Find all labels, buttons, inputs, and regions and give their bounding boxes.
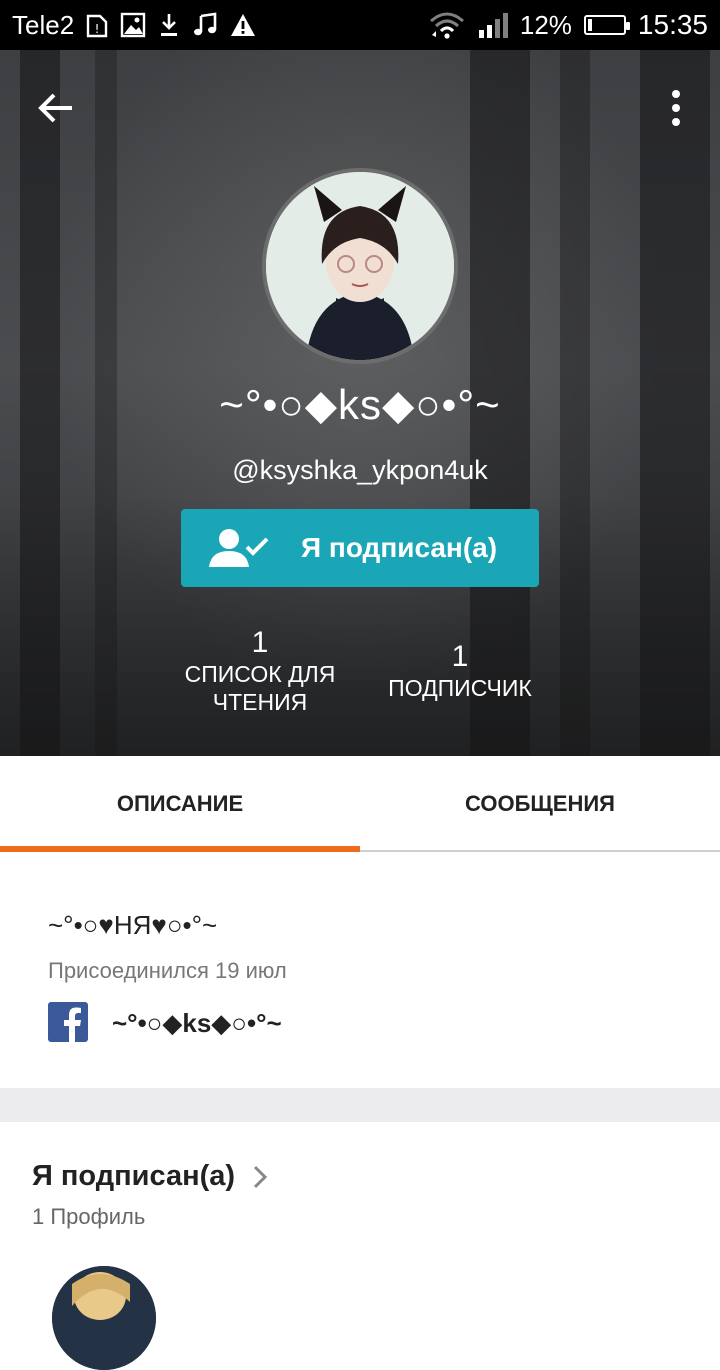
profile-display-name: ~°•○◆ks◆○•°~ xyxy=(219,381,501,428)
followed-profile-avatar[interactable] xyxy=(52,1266,156,1370)
following-count: 1 Профиль xyxy=(32,1204,146,1229)
clock: 15:35 xyxy=(637,9,708,40)
following-title[interactable]: Я подписан(а) xyxy=(32,1160,235,1193)
reading-list-label-line1: СПИСОК ДЛЯ xyxy=(184,661,336,687)
profile-tabs: ОПИСАНИЕ СООБЩЕНИЯ xyxy=(0,756,720,854)
followers-stat[interactable]: 1 ПОДПИСЧИК xyxy=(370,640,550,702)
tab-description[interactable]: ОПИСАНИЕ xyxy=(0,756,360,854)
following-section: Я подписан(а) 1 Профиль xyxy=(0,1122,720,1370)
carrier-name: Tele2 xyxy=(12,9,75,40)
about-status-text: ~°•○♥НЯ♥○•°~ xyxy=(48,910,218,940)
following-button[interactable]: Я подписан(а) xyxy=(181,509,539,587)
section-divider xyxy=(0,1088,720,1122)
reading-list-count: 1 xyxy=(251,626,269,659)
reading-list-label-line2: ЧТЕНИЯ xyxy=(212,689,308,715)
tab-messages-label: СООБЩЕНИЯ xyxy=(465,791,615,816)
back-button[interactable] xyxy=(30,82,82,134)
svg-text:!: ! xyxy=(95,22,100,36)
download-icon xyxy=(158,12,180,38)
tab-description-label: ОПИСАНИЕ xyxy=(116,791,244,816)
profile-avatar[interactable] xyxy=(262,168,458,364)
chevron-right-icon[interactable] xyxy=(252,1164,268,1195)
joined-date: Присоединился 19 июл xyxy=(48,958,287,983)
image-icon xyxy=(120,12,146,38)
followers-label: ПОДПИСЧИК xyxy=(388,675,532,701)
status-bar: Tele2 ! 12% 15:35 xyxy=(0,0,720,50)
facebook-icon[interactable] xyxy=(48,1002,88,1042)
sim-alert-icon: ! xyxy=(86,12,108,38)
facebook-name[interactable]: ~°•○◆ks◆○•°~ xyxy=(112,1008,282,1039)
following-button-label: Я подписан(а) xyxy=(301,532,498,563)
battery-icon xyxy=(583,15,630,35)
arrow-left-icon xyxy=(38,93,72,123)
more-menu-button[interactable] xyxy=(660,82,692,134)
music-icon xyxy=(192,12,218,38)
user-check-icon xyxy=(209,527,271,574)
tab-messages[interactable]: СООБЩЕНИЯ xyxy=(360,756,720,852)
profile-username: @ksyshka_ykpon4uk xyxy=(232,455,488,485)
reading-list-stat[interactable]: 1 СПИСОК ДЛЯ ЧТЕНИЯ xyxy=(170,626,350,716)
followers-count: 1 xyxy=(451,640,469,673)
avatar-illustration xyxy=(266,172,454,360)
profile-header: ~°•○◆ks◆○•°~ @ksyshka_ykpon4uk Я подписа… xyxy=(0,50,720,756)
signal-icon xyxy=(478,12,508,38)
battery-percent: 12% xyxy=(519,9,572,40)
about-section: ~°•○♥НЯ♥○•°~ Присоединился 19 июл ~°•○◆k… xyxy=(0,852,720,1088)
wifi-icon xyxy=(428,11,466,39)
warning-icon xyxy=(230,13,256,37)
more-vertical-icon xyxy=(672,90,680,126)
